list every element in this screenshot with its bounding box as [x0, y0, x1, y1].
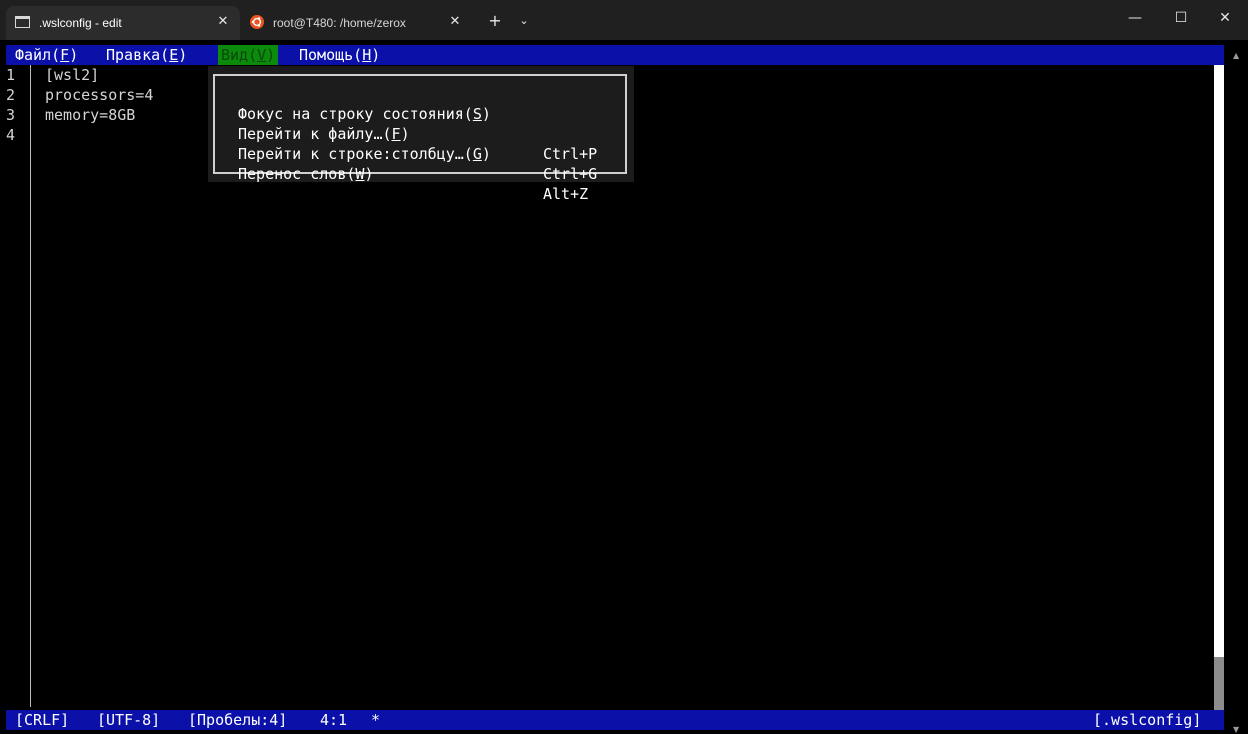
code-line[interactable]: processors=4 [45, 85, 153, 105]
close-tab-icon[interactable]: ✕ [216, 15, 230, 29]
terminal-content[interactable]: Файл(F) Правка(E) Вид(V) Помощь(H) 1 2 3… [0, 40, 1248, 734]
menu-edit-suffix: ) [178, 46, 188, 64]
encoding-status[interactable]: [UTF-8] [97, 710, 160, 730]
menu-edit-label: Правка( [106, 46, 170, 64]
close-window-button[interactable]: ✕ [1202, 0, 1248, 36]
menu-file[interactable]: Файл(F) [15, 45, 78, 65]
line-number: 2 [6, 86, 16, 104]
terminal-icon [15, 16, 30, 28]
cursor-position[interactable]: 4:1 [320, 710, 347, 730]
filename-status[interactable]: [.wslconfig] [1093, 710, 1201, 730]
menu-view-suffix: ) [266, 46, 276, 64]
menu-item-goto-line[interactable]: Перейти к строке:столбцу…(G) Ctrl+G [238, 124, 618, 183]
menu-help-suffix: ) [371, 46, 381, 64]
tab-root-shell[interactable]: root@T480: /home/zerox ✕ [240, 6, 472, 40]
scrollbar-thumb[interactable] [1214, 657, 1224, 710]
tab-wslconfig-edit[interactable]: .wslconfig - edit ✕ [6, 6, 240, 40]
menu-item-word-wrap[interactable]: Перенос слов(W) Alt+Z [238, 144, 618, 203]
label-suffix: ) [364, 165, 374, 183]
menu-item-goto-file[interactable]: Перейти к файлу…(F) Ctrl+P [238, 104, 618, 163]
line-ending-status[interactable]: [CRLF] [15, 710, 69, 730]
view-menu-dropdown: Фокус на строку состояния(S) Перейти к ф… [208, 66, 634, 203]
line-number: 3 [6, 106, 16, 124]
menu-file-label: Файл( [15, 46, 61, 64]
gutter-divider [30, 65, 31, 707]
menu-bar: Файл(F) Правка(E) Вид(V) Помощь(H) [6, 45, 1224, 65]
menu-edit-hotkey: E [169, 46, 179, 64]
menu-view-hotkey: V [257, 46, 267, 64]
status-bar: [CRLF] [UTF-8] [Пробелы:4] 4:1 * [.wslco… [6, 710, 1224, 730]
menu-item-shortcut: Alt+Z [543, 185, 589, 203]
menu-help[interactable]: Помощь(H) [299, 45, 380, 65]
tab-bar: .wslconfig - edit ✕ root@T480: /home/zer… [0, 0, 1248, 40]
tab-title: root@T480: /home/zerox [273, 16, 406, 30]
label-text: Перенос слов( [238, 165, 356, 183]
close-tab-icon[interactable]: ✕ [448, 15, 462, 29]
tab-title: .wslconfig - edit [39, 16, 122, 30]
minimize-button[interactable]: — [1112, 0, 1158, 36]
scroll-down-icon[interactable]: ▼ [1233, 720, 1239, 734]
line-number: 4 [6, 126, 16, 144]
menu-help-label: Помощь( [299, 46, 363, 64]
menu-view[interactable]: Вид(V) [218, 45, 279, 65]
menu-item-label: Перенос слов(W) [238, 164, 373, 184]
chevron-down-icon[interactable]: ⌄ [515, 12, 533, 30]
editor-scrollbar[interactable] [1214, 65, 1224, 710]
menu-item-shortcut: Ctrl+G [543, 165, 598, 183]
scroll-up-icon[interactable]: ▲ [1233, 46, 1239, 66]
new-tab-icon[interactable]: + [486, 12, 504, 30]
ubuntu-icon [250, 15, 264, 29]
maximize-button[interactable]: ☐ [1158, 0, 1204, 36]
line-number: 1 [6, 66, 16, 84]
menu-edit[interactable]: Правка(E) [106, 45, 187, 65]
menu-item-focus-statusbar[interactable]: Фокус на строку состояния(S) [238, 84, 618, 123]
code-line[interactable]: [wsl2] [45, 65, 99, 85]
indent-status[interactable]: [Пробелы:4] [188, 710, 287, 730]
menu-file-hotkey: F [60, 46, 70, 64]
modified-indicator: * [371, 711, 381, 729]
code-line[interactable]: memory=8GB [45, 105, 135, 125]
menu-file-suffix: ) [69, 46, 79, 64]
menu-help-hotkey: H [362, 46, 372, 64]
terminal-window: .wslconfig - edit ✕ root@T480: /home/zer… [0, 0, 1248, 734]
menu-view-label: Вид( [221, 46, 258, 64]
